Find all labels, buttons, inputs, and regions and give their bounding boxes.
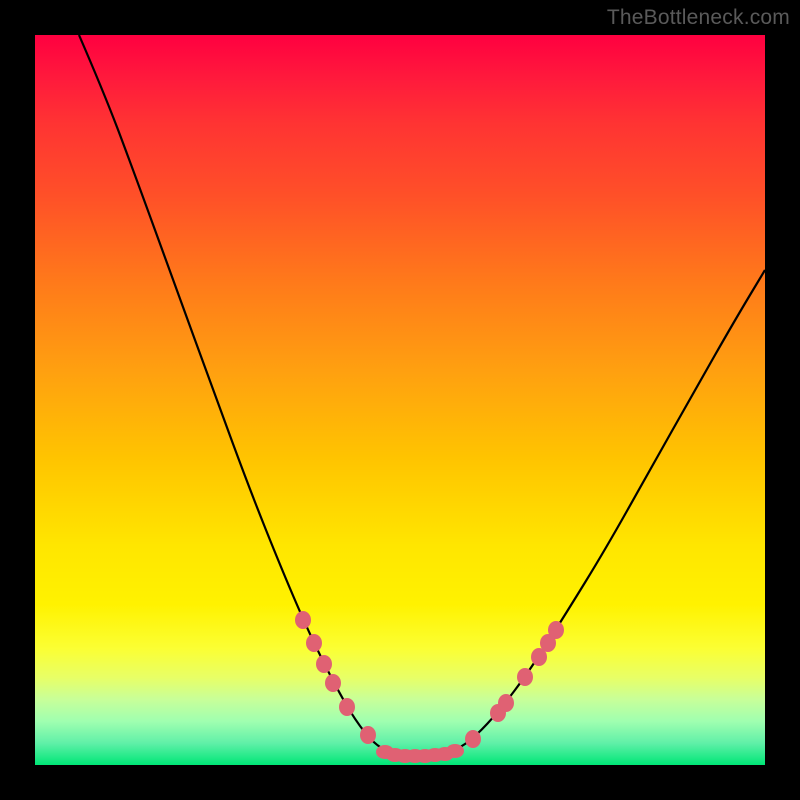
- curve-marker: [316, 655, 332, 673]
- curve-marker: [295, 611, 311, 629]
- curve-marker: [325, 674, 341, 692]
- curve-marker: [517, 668, 533, 686]
- curve-marker: [446, 744, 464, 758]
- curve-markers: [295, 611, 564, 763]
- curve-marker: [306, 634, 322, 652]
- curve-marker: [360, 726, 376, 744]
- watermark-text: TheBottleneck.com: [607, 6, 790, 30]
- chart-frame: TheBottleneck.com: [0, 0, 800, 800]
- bottleneck-curve: [79, 35, 765, 755]
- curve-marker: [465, 730, 481, 748]
- curve-marker: [548, 621, 564, 639]
- curve-marker: [339, 698, 355, 716]
- curve-layer: [35, 35, 765, 765]
- curve-marker: [498, 694, 514, 712]
